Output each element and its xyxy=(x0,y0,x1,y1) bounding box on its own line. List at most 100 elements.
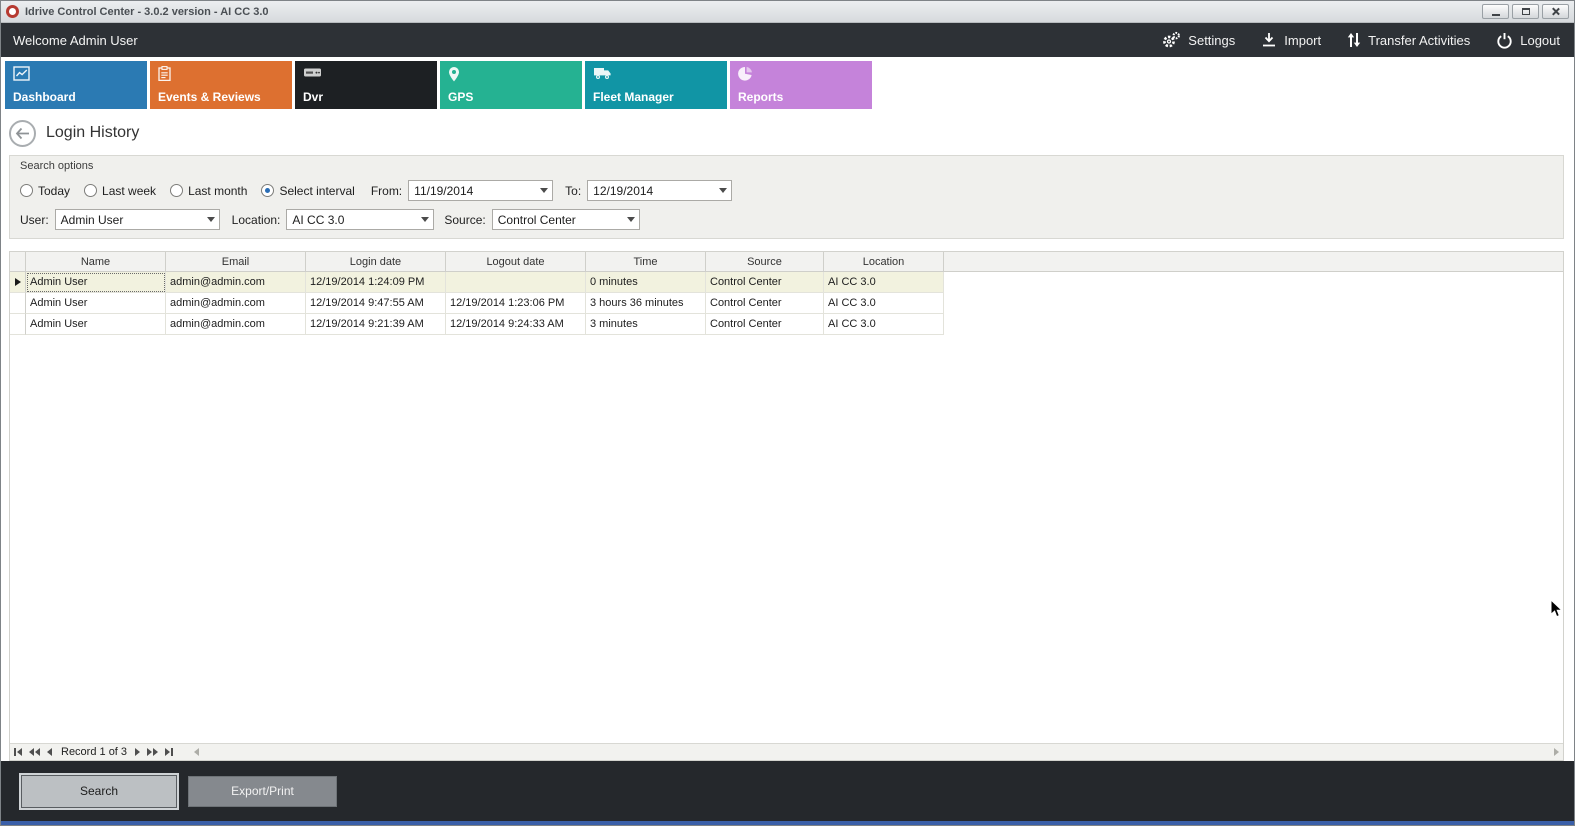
column-header-name[interactable]: Name xyxy=(26,252,166,271)
tile-fleet-manager[interactable]: Fleet Manager xyxy=(585,61,727,109)
row-filler xyxy=(944,272,1563,293)
cell-source[interactable]: Control Center xyxy=(706,293,824,314)
cell-time[interactable]: 3 minutes xyxy=(586,314,706,335)
close-button[interactable] xyxy=(1542,4,1569,19)
page-title-row: Login History xyxy=(1,113,1574,153)
transfer-activities-button[interactable]: Transfer Activities xyxy=(1347,32,1470,48)
source-dropdown[interactable]: Control Center xyxy=(492,209,640,230)
cell-email[interactable]: admin@admin.com xyxy=(166,272,306,293)
nav-tiles: Dashboard Events & Reviews Dvr GPS Fleet… xyxy=(1,57,1574,113)
import-icon xyxy=(1261,32,1277,48)
prev-record-button[interactable] xyxy=(47,748,52,756)
cell-source[interactable]: Control Center xyxy=(706,272,824,293)
cell-login-date[interactable]: 12/19/2014 9:47:55 AM xyxy=(306,293,446,314)
settings-button[interactable]: Settings xyxy=(1161,31,1235,49)
bottom-accent-strip xyxy=(1,821,1574,825)
from-date-dropdown[interactable]: 11/19/2014 xyxy=(408,180,553,201)
maximize-icon xyxy=(1522,8,1530,15)
column-header-source[interactable]: Source xyxy=(706,252,824,271)
from-label: From: xyxy=(371,184,402,198)
search-options-panel: Search options Today Last week Last mont… xyxy=(9,155,1564,239)
tile-gps[interactable]: GPS xyxy=(440,61,582,109)
cell-name[interactable]: Admin User xyxy=(26,272,166,293)
welcome-text: Welcome Admin User xyxy=(13,33,138,48)
to-label: To: xyxy=(565,184,581,198)
app-logo-icon xyxy=(6,5,19,18)
back-button[interactable] xyxy=(9,120,36,147)
tile-dashboard[interactable]: Dashboard xyxy=(5,61,147,109)
minimize-button[interactable] xyxy=(1482,4,1509,19)
chevron-down-icon xyxy=(715,181,731,200)
page-title: Login History xyxy=(46,124,139,142)
row-filler xyxy=(944,293,1563,314)
tile-dvr-label: Dvr xyxy=(303,90,323,104)
tile-reports[interactable]: Reports xyxy=(730,61,872,109)
cell-login-date[interactable]: 12/19/2014 9:21:39 AM xyxy=(306,314,446,335)
pie-chart-icon xyxy=(738,66,753,86)
scroll-left-icon[interactable] xyxy=(194,748,199,756)
horizontal-scrollbar[interactable] xyxy=(194,748,1559,756)
logout-label: Logout xyxy=(1520,33,1560,48)
to-date-dropdown[interactable]: 12/19/2014 xyxy=(587,180,732,201)
cell-source[interactable]: Control Center xyxy=(706,314,824,335)
row-indicator-cell xyxy=(10,314,26,335)
power-icon xyxy=(1496,32,1513,49)
import-button[interactable]: Import xyxy=(1261,32,1321,48)
cell-name[interactable]: Admin User xyxy=(26,314,166,335)
cell-location[interactable]: AI CC 3.0 xyxy=(824,272,944,293)
radio-today[interactable]: Today xyxy=(20,184,70,198)
prev-page-button[interactable] xyxy=(29,748,40,756)
column-header-logout-date[interactable]: Logout date xyxy=(446,252,586,271)
chevron-down-icon xyxy=(536,181,552,200)
tile-dashboard-label: Dashboard xyxy=(13,90,76,104)
radio-last-week-circle[interactable] xyxy=(84,184,97,197)
column-header-location[interactable]: Location xyxy=(824,252,944,271)
first-record-button[interactable] xyxy=(14,748,22,756)
export-print-button[interactable]: Export/Print xyxy=(188,776,337,807)
tile-dvr[interactable]: Dvr xyxy=(295,61,437,109)
cell-location[interactable]: AI CC 3.0 xyxy=(824,293,944,314)
column-header-login-date[interactable]: Login date xyxy=(306,252,446,271)
cell-logout-date[interactable] xyxy=(446,272,586,293)
column-header-time[interactable]: Time xyxy=(586,252,706,271)
radio-select-interval-circle[interactable] xyxy=(261,184,274,197)
radio-last-month-label: Last month xyxy=(188,184,247,198)
last-record-button[interactable] xyxy=(165,748,173,756)
cell-logout-date[interactable]: 12/19/2014 1:23:06 PM xyxy=(446,293,586,314)
table-row[interactable]: Admin User admin@admin.com 12/19/2014 9:… xyxy=(10,293,1563,314)
cell-location[interactable]: AI CC 3.0 xyxy=(824,314,944,335)
filters-row: User: Admin User Location: AI CC 3.0 Sou… xyxy=(20,209,1553,230)
tile-fleet-manager-label: Fleet Manager xyxy=(593,90,674,104)
search-button[interactable]: Search xyxy=(21,775,177,808)
location-dropdown[interactable]: AI CC 3.0 xyxy=(286,209,434,230)
logout-button[interactable]: Logout xyxy=(1496,32,1560,49)
cell-time[interactable]: 0 minutes xyxy=(586,272,706,293)
scroll-right-icon[interactable] xyxy=(1554,748,1559,756)
map-pin-icon xyxy=(448,66,460,87)
line-chart-icon xyxy=(13,66,30,86)
tile-events-reviews[interactable]: Events & Reviews xyxy=(150,61,292,109)
cell-logout-date[interactable]: 12/19/2014 9:24:33 AM xyxy=(446,314,586,335)
cell-email[interactable]: admin@admin.com xyxy=(166,293,306,314)
cell-time[interactable]: 3 hours 36 minutes xyxy=(586,293,706,314)
radio-select-interval[interactable]: Select interval xyxy=(261,184,354,198)
radio-last-month-circle[interactable] xyxy=(170,184,183,197)
cell-email[interactable]: admin@admin.com xyxy=(166,314,306,335)
radio-last-week-label: Last week xyxy=(102,184,156,198)
truck-icon xyxy=(593,66,612,85)
radio-last-week[interactable]: Last week xyxy=(84,184,156,198)
user-dropdown[interactable]: Admin User xyxy=(55,209,220,230)
radio-last-month[interactable]: Last month xyxy=(170,184,247,198)
cell-login-date[interactable]: 12/19/2014 1:24:09 PM xyxy=(306,272,446,293)
transfer-arrows-icon xyxy=(1347,32,1361,48)
table-row[interactable]: Admin User admin@admin.com 12/19/2014 9:… xyxy=(10,314,1563,335)
radio-today-circle[interactable] xyxy=(20,184,33,197)
column-header-email[interactable]: Email xyxy=(166,252,306,271)
next-record-button[interactable] xyxy=(135,748,140,756)
dvr-device-icon xyxy=(303,66,322,84)
maximize-button[interactable] xyxy=(1512,4,1539,19)
next-page-button[interactable] xyxy=(147,748,158,756)
cell-name[interactable]: Admin User xyxy=(26,293,166,314)
table-row[interactable]: Admin User admin@admin.com 12/19/2014 1:… xyxy=(10,272,1563,293)
login-history-grid: Name Email Login date Logout date Time S… xyxy=(9,251,1564,761)
